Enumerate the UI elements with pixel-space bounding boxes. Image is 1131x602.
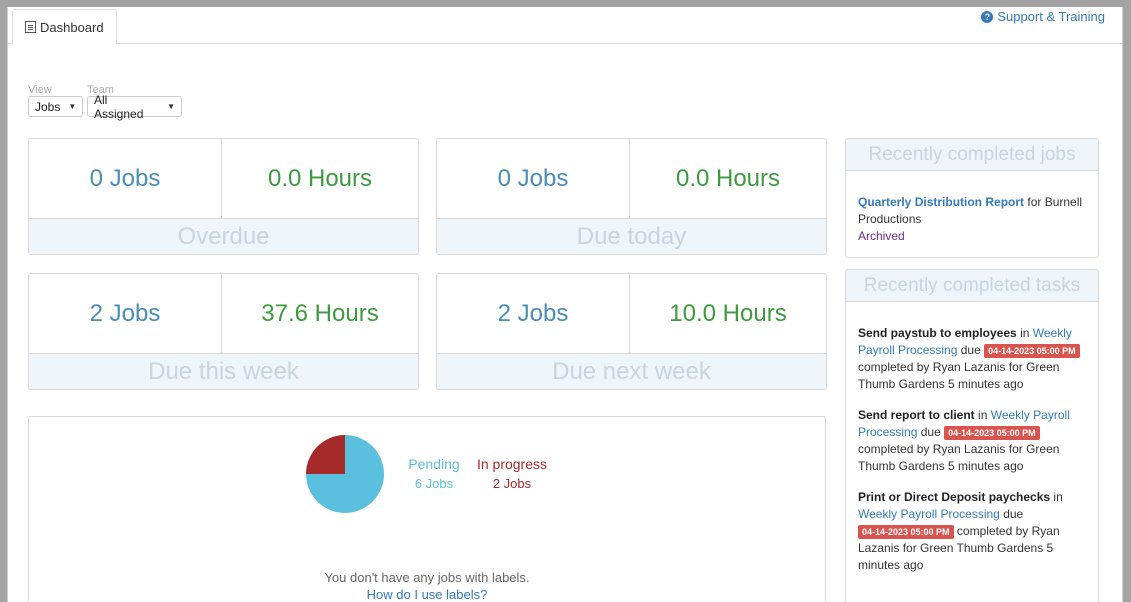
recent-tasks-panel: Recently completed tasks Send paystub to… bbox=[845, 269, 1099, 602]
due-today-card[interactable]: 0 Jobs 0.0 Hours Due today bbox=[436, 138, 827, 255]
due-next-week-hours[interactable]: 10.0 Hours bbox=[630, 274, 826, 353]
task-due-word: due bbox=[1003, 507, 1024, 521]
view-label: View bbox=[28, 84, 52, 96]
tab-bar: Dashboard ? Support & Training bbox=[8, 7, 1122, 45]
task-completed-text: completed by Ryan Lazanis for Green Thum… bbox=[858, 360, 1060, 391]
task-due-word: due bbox=[920, 425, 941, 439]
legend-in-progress-count: 2 Jobs bbox=[492, 476, 532, 491]
team-select[interactable]: All Assigned ▼ bbox=[87, 93, 182, 121]
due-today-label: Due today bbox=[437, 218, 826, 254]
no-labels-message: You don't have any jobs with labels. bbox=[324, 570, 530, 585]
recent-task-item: Print or Direct Deposit paychecks in Wee… bbox=[858, 489, 1086, 574]
due-next-week-card[interactable]: 2 Jobs 10.0 Hours Due next week bbox=[436, 273, 827, 390]
list-icon bbox=[25, 21, 36, 33]
pie-slice-in-progress[interactable] bbox=[306, 435, 345, 474]
recent-task-item: Send report to client in Weekly Payroll … bbox=[858, 407, 1086, 475]
task-completed-text: completed by Ryan Lazanis for Green Thum… bbox=[858, 442, 1060, 473]
due-date-badge: 04-14-2023 05:00 PM bbox=[944, 426, 1040, 440]
recent-task-item: Send paystub to employees in Weekly Payr… bbox=[858, 325, 1086, 393]
due-date-badge: 04-14-2023 05:00 PM bbox=[984, 344, 1080, 358]
task-in-word: in bbox=[978, 408, 988, 422]
legend-in-progress[interactable]: In progress 2 Jobs bbox=[475, 456, 549, 491]
due-next-week-label: Due next week bbox=[437, 353, 826, 389]
recent-jobs-title: Recently completed jobs bbox=[846, 139, 1098, 171]
legend-pending-name: Pending bbox=[408, 456, 460, 472]
task-due-word: due bbox=[960, 343, 981, 357]
due-today-jobs[interactable]: 0 Jobs bbox=[437, 139, 630, 218]
tab-dashboard-label: Dashboard bbox=[40, 19, 104, 35]
recent-jobs-panel: Recently completed jobs Quarterly Distri… bbox=[845, 138, 1099, 258]
caret-down-icon: ▼ bbox=[68, 102, 77, 111]
overdue-card[interactable]: 0 Jobs 0.0 Hours Overdue bbox=[28, 138, 419, 255]
task-in-word: in bbox=[1053, 490, 1063, 504]
question-icon: ? bbox=[981, 10, 994, 23]
task-name: Send paystub to employees bbox=[858, 326, 1017, 340]
due-this-week-hours[interactable]: 37.6 Hours bbox=[222, 274, 418, 353]
labels-help-link[interactable]: How do I use labels? bbox=[29, 587, 825, 602]
due-this-week-card[interactable]: 2 Jobs 37.6 Hours Due this week bbox=[28, 273, 419, 390]
caret-down-icon: ▼ bbox=[167, 102, 175, 111]
due-next-week-jobs[interactable]: 2 Jobs bbox=[437, 274, 630, 353]
legend-in-progress-name: In progress bbox=[476, 456, 548, 472]
due-today-hours[interactable]: 0.0 Hours bbox=[630, 139, 826, 218]
overdue-jobs[interactable]: 0 Jobs bbox=[29, 139, 222, 218]
recent-tasks-title: Recently completed tasks bbox=[846, 270, 1098, 302]
team-select-value: All Assigned bbox=[94, 92, 144, 121]
recent-job-link[interactable]: Quarterly Distribution Report bbox=[858, 195, 1024, 209]
status-chart-panel: Pending 6 Jobs In progress 2 Jobs You do… bbox=[28, 416, 826, 602]
due-date-badge: 04-14-2023 05:00 PM bbox=[858, 525, 954, 539]
status-pie-chart bbox=[306, 435, 384, 513]
support-training-link[interactable]: ? Support & Training bbox=[981, 9, 1105, 24]
overdue-hours[interactable]: 0.0 Hours bbox=[222, 139, 418, 218]
view-select[interactable]: Jobs ▼ bbox=[28, 96, 83, 117]
recent-tasks-list: Send paystub to employees in Weekly Payr… bbox=[846, 302, 1098, 596]
task-name: Send report to client bbox=[858, 408, 975, 422]
view-select-value: Jobs bbox=[35, 99, 61, 114]
tab-dashboard[interactable]: Dashboard bbox=[12, 9, 117, 45]
legend-pending[interactable]: Pending 6 Jobs bbox=[407, 456, 461, 491]
task-in-word: in bbox=[1020, 326, 1030, 340]
due-this-week-jobs[interactable]: 2 Jobs bbox=[29, 274, 222, 353]
recent-job-item: Quarterly Distribution Report for Burnel… bbox=[858, 194, 1086, 245]
task-job-link[interactable]: Weekly Payroll Processing bbox=[858, 507, 1000, 521]
app-frame: Dashboard ? Support & Training View Jobs… bbox=[7, 7, 1123, 602]
recent-job-status: Archived bbox=[858, 229, 905, 243]
support-label: Support & Training bbox=[997, 9, 1105, 24]
due-this-week-label: Due this week bbox=[29, 353, 418, 389]
task-name: Print or Direct Deposit paychecks bbox=[858, 490, 1051, 504]
legend-pending-count: 6 Jobs bbox=[414, 476, 454, 491]
recent-jobs-list: Quarterly Distribution Report for Burnel… bbox=[846, 171, 1098, 253]
overdue-label: Overdue bbox=[29, 218, 418, 254]
